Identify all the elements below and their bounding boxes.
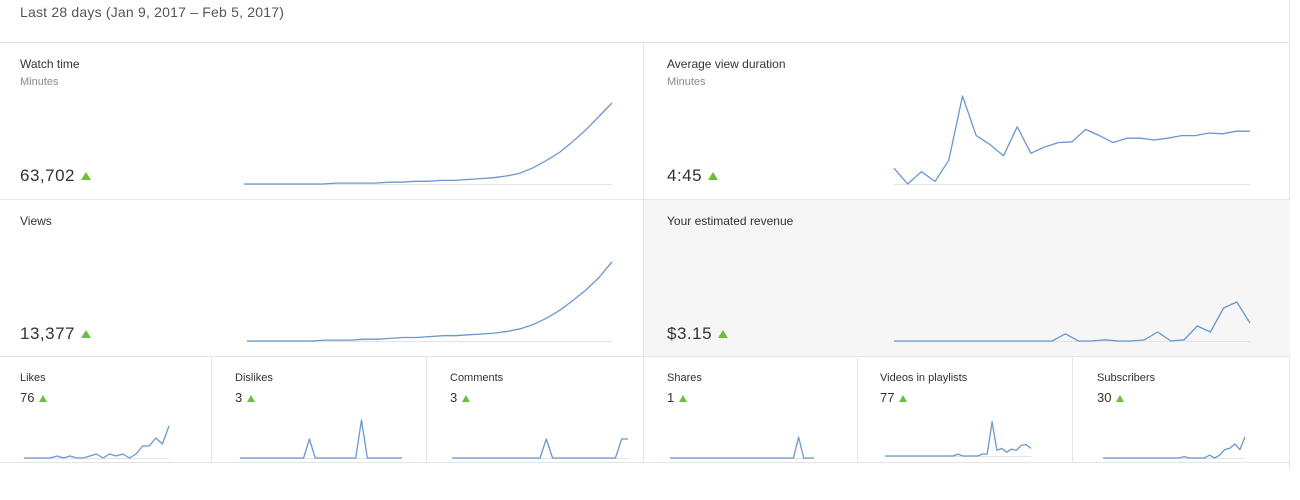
metric-title: Dislikes [235, 372, 273, 384]
metric-subtitle: Minutes [20, 76, 59, 88]
card-likes[interactable]: Likes 76 [0, 357, 211, 462]
card-views[interactable]: Views 13,377 [0, 200, 644, 357]
sparkline-path [893, 95, 1250, 185]
trend-up-icon [81, 330, 91, 338]
metric-value: 3 [450, 390, 471, 405]
trend-up-icon [718, 330, 729, 338]
metric-value: $3.15 [667, 324, 729, 344]
trend-up-icon [462, 395, 471, 402]
trend-up-icon [39, 395, 48, 402]
card-subscribers[interactable]: Subscribers 30 [1073, 357, 1289, 462]
metric-value: 30 [1097, 390, 1125, 405]
subscribers-sparkline [1103, 436, 1246, 459]
card-watch-time[interactable]: Watch time Minutes 63,702 [0, 43, 644, 200]
metric-title: Subscribers [1097, 372, 1156, 384]
metric-value: 4:45 [667, 166, 719, 186]
trend-up-icon [708, 172, 719, 180]
sparkline-path [244, 102, 613, 185]
trend-up-icon [899, 395, 908, 402]
metric-title: Watch time [20, 57, 80, 71]
card-comments[interactable]: Comments 3 [427, 357, 643, 462]
card-estimated-revenue[interactable]: Your estimated revenue $3.15 [644, 200, 1290, 357]
bottom-border [0, 462, 1290, 463]
metric-value: 3 [235, 390, 256, 405]
watch-time-sparkline [244, 102, 613, 185]
views-sparkline [247, 261, 613, 342]
trend-up-icon [81, 172, 91, 180]
sparkline-path [452, 438, 628, 459]
metric-title: Your estimated revenue [667, 214, 794, 228]
header-bar: Last 28 days (Jan 9, 2017 – Feb 5, 2017) [0, 0, 1290, 43]
trend-up-icon [679, 395, 688, 402]
trend-up-icon [1116, 395, 1125, 402]
comments-sparkline [452, 438, 628, 459]
metric-title: Shares [667, 372, 702, 384]
sparkline-path [894, 301, 1251, 342]
sparkline-path [240, 419, 402, 459]
sparkline-path [670, 436, 814, 459]
metric-value: 63,702 [20, 166, 91, 186]
shares-sparkline [670, 436, 814, 459]
metric-title: Comments [450, 372, 504, 384]
row2-divider [643, 200, 644, 357]
likes-sparkline [24, 425, 170, 459]
sparkline-path [1103, 436, 1246, 459]
card-dislikes[interactable]: Dislikes 3 [212, 357, 426, 462]
dislikes-sparkline [240, 419, 402, 459]
metric-subtitle: Minutes [667, 76, 706, 88]
date-range-label[interactable]: Last 28 days (Jan 9, 2017 – Feb 5, 2017) [20, 4, 284, 20]
metric-value: 1 [667, 390, 688, 405]
metric-title: Likes [20, 372, 46, 384]
trend-up-icon [247, 395, 256, 402]
card-average-view-duration[interactable]: Average view duration Minutes 4:45 [644, 43, 1290, 200]
metric-title: Videos in playlists [880, 372, 968, 384]
metric-title: Average view duration [667, 57, 786, 71]
metric-value: 13,377 [20, 324, 91, 344]
card-videos-in-playlists[interactable]: Videos in playlists 77 [858, 357, 1072, 462]
avg-view-duration-sparkline [893, 95, 1250, 185]
revenue-sparkline [894, 301, 1251, 342]
sparkline-path [885, 421, 1032, 457]
metric-title: Views [20, 214, 52, 228]
sparkline-path [247, 261, 613, 342]
row1-divider [643, 43, 644, 200]
sparkline-path [24, 425, 170, 459]
metric-value: 76 [20, 390, 48, 405]
videos-in-playlists-sparkline [885, 421, 1032, 457]
metric-value: 77 [880, 390, 908, 405]
card-shares[interactable]: Shares 1 [644, 357, 857, 462]
